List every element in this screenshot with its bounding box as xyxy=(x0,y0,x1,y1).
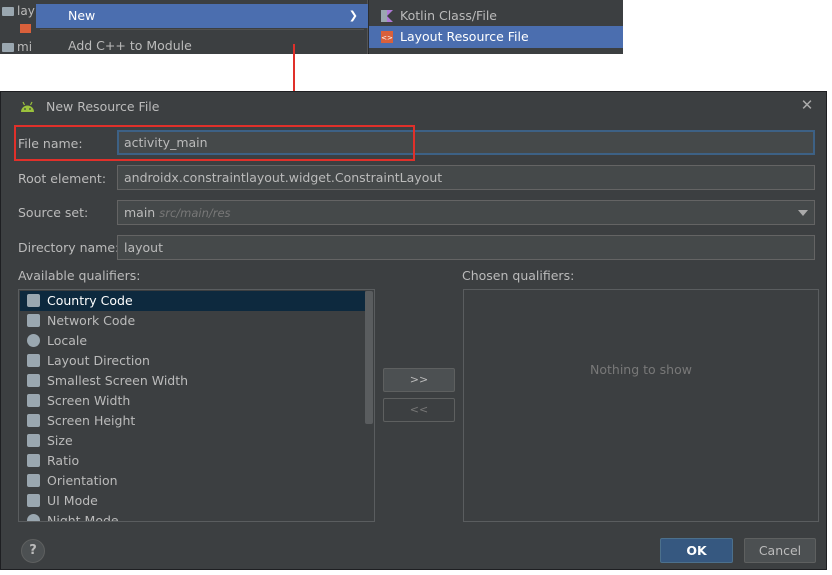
close-icon[interactable]: ✕ xyxy=(799,97,815,113)
smallest-width-icon xyxy=(27,374,40,387)
android-icon xyxy=(21,101,34,112)
screen-height-icon xyxy=(27,414,40,427)
available-qualifiers-label: Available qualifiers: xyxy=(18,268,141,283)
empty-state-text: Nothing to show xyxy=(590,362,692,377)
tree-row-layout[interactable]: lay xyxy=(2,4,35,18)
qualifier-item-ratio[interactable]: Ratio xyxy=(20,451,365,471)
project-tree-fragment: lay mi xyxy=(0,0,36,54)
help-button[interactable]: ? xyxy=(21,539,45,563)
source-set-hint: src/main/res xyxy=(159,206,231,220)
qualifier-item-network-code[interactable]: Network Code xyxy=(20,311,365,331)
root-element-label: Root element: xyxy=(18,171,107,186)
root-element-input[interactable]: androidx.constraintlayout.widget.Constra… xyxy=(117,165,815,190)
cancel-button[interactable]: Cancel xyxy=(744,538,816,563)
add-qualifier-button[interactable]: >> xyxy=(383,368,455,392)
new-resource-file-dialog: New Resource File ✕ File name: Root elem… xyxy=(0,91,827,570)
globe-icon xyxy=(27,334,40,347)
qualifier-item-night-mode[interactable]: Night Mode xyxy=(20,511,365,521)
screen-width-icon xyxy=(27,394,40,407)
root-element-value: androidx.constraintlayout.widget.Constra… xyxy=(124,170,443,185)
source-set-label: Source set: xyxy=(18,205,89,220)
night-mode-icon xyxy=(27,514,40,521)
folder-icon xyxy=(2,7,14,16)
directory-name-input[interactable]: layout xyxy=(117,235,815,260)
orientation-icon xyxy=(27,474,40,487)
ok-button[interactable]: OK xyxy=(660,538,733,563)
country-code-icon xyxy=(27,294,40,307)
chevron-down-icon[interactable] xyxy=(798,210,808,216)
layout-direction-icon xyxy=(27,354,40,367)
svg-text:<>: <> xyxy=(381,34,393,42)
kotlin-icon xyxy=(381,10,393,22)
submenu-item-kotlin-class[interactable]: Kotlin Class/File xyxy=(369,5,623,27)
remove-qualifier-button[interactable]: << xyxy=(383,398,455,422)
annotation-highlight-box xyxy=(14,125,415,161)
network-code-icon xyxy=(27,314,40,327)
qualifier-item-ui-mode[interactable]: UI Mode xyxy=(20,491,365,511)
qualifier-item-orientation[interactable]: Orientation xyxy=(20,471,365,491)
qualifier-item-screen-height[interactable]: Screen Height xyxy=(20,411,365,431)
menu-item-new[interactable]: New ❯ xyxy=(36,4,368,28)
dialog-title: New Resource File xyxy=(46,99,160,114)
chevron-right-icon: ❯ xyxy=(348,9,358,22)
menu-item-add-cpp[interactable]: Add C++ to Module xyxy=(36,34,368,58)
size-icon xyxy=(27,434,40,447)
source-set-value: main xyxy=(124,205,156,220)
directory-name-value: layout xyxy=(124,240,164,255)
qualifier-item-smallest-screen-width[interactable]: Smallest Screen Width xyxy=(20,371,365,391)
folder-icon xyxy=(2,43,14,52)
qualifier-item-layout-direction[interactable]: Layout Direction xyxy=(20,351,365,371)
menu-separator xyxy=(40,29,364,30)
new-submenu: Kotlin Class/File <> Layout Resource Fil… xyxy=(369,0,623,54)
qualifiers-scrollbar[interactable] xyxy=(365,291,373,424)
qualifier-item-size[interactable]: Size xyxy=(20,431,365,451)
tree-row-mipmap[interactable]: mi xyxy=(2,40,32,54)
qualifier-item-locale[interactable]: Locale xyxy=(20,331,365,351)
tree-row-file[interactable] xyxy=(2,22,31,36)
source-set-combobox[interactable]: main src/main/res xyxy=(117,200,815,225)
chosen-qualifiers-list[interactable]: Nothing to show xyxy=(463,289,819,522)
layout-file-icon: <> xyxy=(381,31,393,43)
context-menu: New ❯ Add C++ to Module xyxy=(36,0,368,54)
dialog-title-bar: New Resource File ✕ xyxy=(1,92,826,122)
ratio-icon xyxy=(27,454,40,467)
chosen-qualifiers-label: Chosen qualifiers: xyxy=(462,268,575,283)
available-qualifiers-list[interactable]: Country Code Network Code Locale Layout … xyxy=(18,289,375,522)
directory-name-label: Directory name: xyxy=(18,240,120,255)
qualifier-item-country-code[interactable]: Country Code xyxy=(20,291,365,311)
ui-mode-icon xyxy=(27,494,40,507)
qualifier-item-screen-width[interactable]: Screen Width xyxy=(20,391,365,411)
context-menu-strip: lay mi New ❯ Add C++ to Module Kotlin Cl… xyxy=(0,0,623,54)
submenu-item-layout-resource-file[interactable]: <> Layout Resource File xyxy=(369,26,623,48)
layout-xml-icon xyxy=(20,24,31,33)
